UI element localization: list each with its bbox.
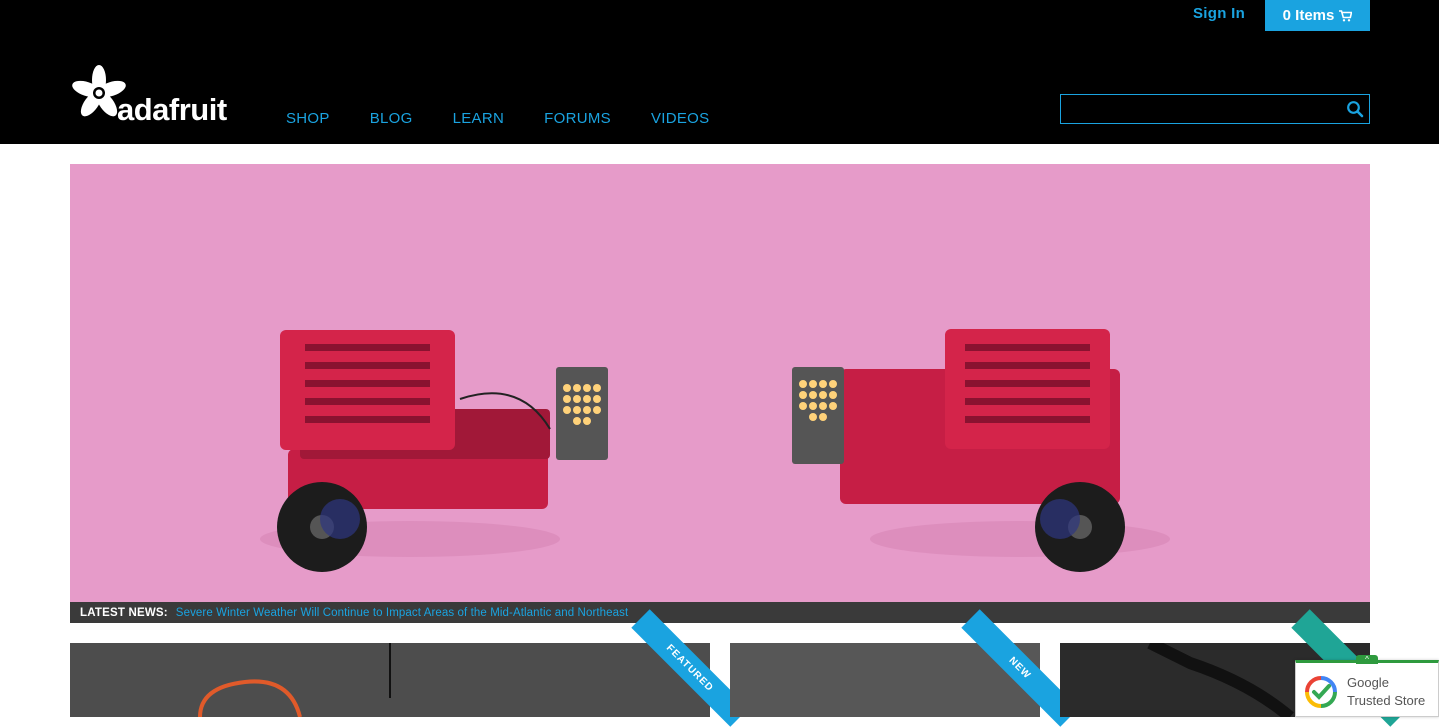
latest-news-bar: LATEST NEWS: Severe Winter Weather Will …: [70, 602, 1370, 623]
hero-robots-image: [260, 329, 1170, 572]
badge-line2: Trusted Store: [1347, 693, 1426, 708]
google-check-icon: [1305, 676, 1337, 708]
nav-blog[interactable]: BLOG: [370, 110, 413, 127]
nav-videos[interactable]: VIDEOS: [651, 110, 709, 127]
logo-text: adafruit: [117, 92, 227, 127]
search-box: [1060, 94, 1370, 124]
cart-label: 0 Items: [1282, 7, 1335, 24]
badge-line1: Google: [1347, 675, 1389, 690]
card-product-image: [198, 643, 391, 717]
cart-button[interactable]: 0 Items: [1265, 0, 1370, 31]
search-icon[interactable]: [1346, 100, 1364, 118]
adafruit-logo[interactable]: adafruit: [69, 63, 227, 125]
google-trusted-store-badge[interactable]: ^ Google Trusted Store: [1295, 655, 1439, 717]
main-nav: SHOP BLOG LEARN FORUMS VIDEOS: [286, 110, 749, 127]
badge-collapse-toggle[interactable]: ^: [1356, 655, 1378, 664]
latest-news-label: LATEST NEWS:: [80, 606, 168, 619]
nav-learn[interactable]: LEARN: [453, 110, 505, 127]
hero-banner[interactable]: [70, 164, 1370, 602]
latest-news-link[interactable]: Severe Winter Weather Will Continue to I…: [176, 607, 629, 619]
nav-shop[interactable]: SHOP: [286, 110, 330, 127]
sign-in-link[interactable]: Sign In: [1193, 5, 1245, 22]
cart-icon: [1339, 9, 1353, 21]
nav-forums[interactable]: FORUMS: [544, 110, 611, 127]
featured-card[interactable]: [70, 643, 710, 717]
site-header: Sign In 0 Items adafruit SHOP BLOG LEARN…: [0, 0, 1439, 144]
search-input[interactable]: [1061, 95, 1341, 123]
